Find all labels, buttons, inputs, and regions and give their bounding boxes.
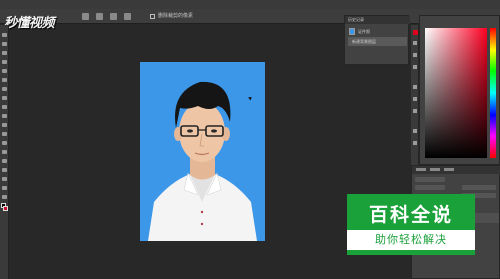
- move-tool-icon[interactable]: [2, 33, 7, 37]
- hue-slider[interactable]: [490, 28, 496, 158]
- gradient-tool-icon[interactable]: [2, 132, 7, 136]
- history-item[interactable]: 证件照: [348, 27, 407, 36]
- watermark-logo: 秒懂视频: [4, 16, 55, 31]
- info-panel-icon[interactable]: [413, 129, 417, 133]
- brand-badge: 百科全说 助你轻松解决: [347, 194, 475, 255]
- eraser-tool-icon[interactable]: [2, 123, 7, 127]
- eyedropper-tool-icon[interactable]: [2, 78, 7, 82]
- delete-cropped-label: 删除裁剪的像素: [158, 13, 194, 19]
- swatches-panel-icon[interactable]: [413, 41, 417, 45]
- tools-panel: [0, 25, 9, 279]
- layer-filter-select[interactable]: [415, 177, 445, 182]
- tab-channels[interactable]: [430, 168, 440, 171]
- blend-mode-select[interactable]: [415, 185, 445, 190]
- settings-icon[interactable]: [124, 13, 131, 20]
- history-tab[interactable]: 历史记录: [345, 16, 410, 24]
- adjustments-panel-icon[interactable]: [413, 53, 417, 57]
- history-brush-tool-icon[interactable]: [2, 114, 7, 118]
- grid-icon[interactable]: [110, 13, 117, 20]
- brand-subtitle: 助你轻松解决: [375, 233, 447, 246]
- healing-tool-icon[interactable]: [2, 87, 7, 91]
- history-item-label: 证件照: [358, 29, 370, 34]
- dodge-tool-icon[interactable]: [2, 150, 7, 154]
- history-thumbnail: [349, 28, 355, 35]
- pen-tool-icon[interactable]: [2, 159, 7, 163]
- quick-select-tool-icon[interactable]: [2, 60, 7, 64]
- marquee-tool-icon[interactable]: [2, 42, 7, 46]
- path-select-tool-icon[interactable]: [2, 177, 7, 181]
- color-panel: [419, 15, 500, 165]
- brand-title: 百科全说: [368, 204, 453, 226]
- type-tool-icon[interactable]: [2, 168, 7, 172]
- brush-panel-icon[interactable]: [413, 85, 417, 89]
- id-photo-image: [148, 81, 257, 241]
- tool-preset-icon[interactable]: [82, 13, 89, 20]
- hand-tool-icon[interactable]: [2, 195, 7, 199]
- styles-panel-icon[interactable]: [413, 65, 417, 69]
- tab-layers[interactable]: [416, 168, 426, 171]
- brush-tool-icon[interactable]: [2, 96, 7, 100]
- blur-tool-icon[interactable]: [2, 141, 7, 145]
- background-color-swatch[interactable]: [3, 206, 8, 211]
- delete-cropped-checkbox[interactable]: [150, 14, 155, 19]
- document-canvas[interactable]: [140, 62, 265, 241]
- stamp-tool-icon[interactable]: [2, 105, 7, 109]
- crop-tool-icon[interactable]: [2, 69, 7, 73]
- shape-tool-icon[interactable]: [2, 186, 7, 190]
- character-panel-icon[interactable]: [413, 97, 417, 101]
- navigator-panel-icon[interactable]: [413, 141, 417, 145]
- history-panel: 历史记录 证件照 新建背景图层: [344, 15, 410, 65]
- color-picker-field[interactable]: [425, 28, 487, 158]
- color-panel-icon[interactable]: [413, 30, 418, 35]
- rotate-icon[interactable]: [96, 13, 103, 20]
- history-tab-label: 历史记录: [348, 17, 364, 22]
- layers-panel-tabs: [412, 166, 500, 174]
- brand-subtitle-bar: 助你轻松解决: [347, 230, 475, 250]
- history-item-label: 新建背景图层: [352, 39, 376, 44]
- history-item[interactable]: 新建背景图层: [348, 37, 407, 46]
- tab-paths[interactable]: [444, 168, 454, 171]
- opacity-field[interactable]: [462, 185, 496, 190]
- menu-bar[interactable]: [0, 0, 500, 9]
- paragraph-panel-icon[interactable]: [413, 109, 417, 113]
- lasso-tool-icon[interactable]: [2, 51, 7, 55]
